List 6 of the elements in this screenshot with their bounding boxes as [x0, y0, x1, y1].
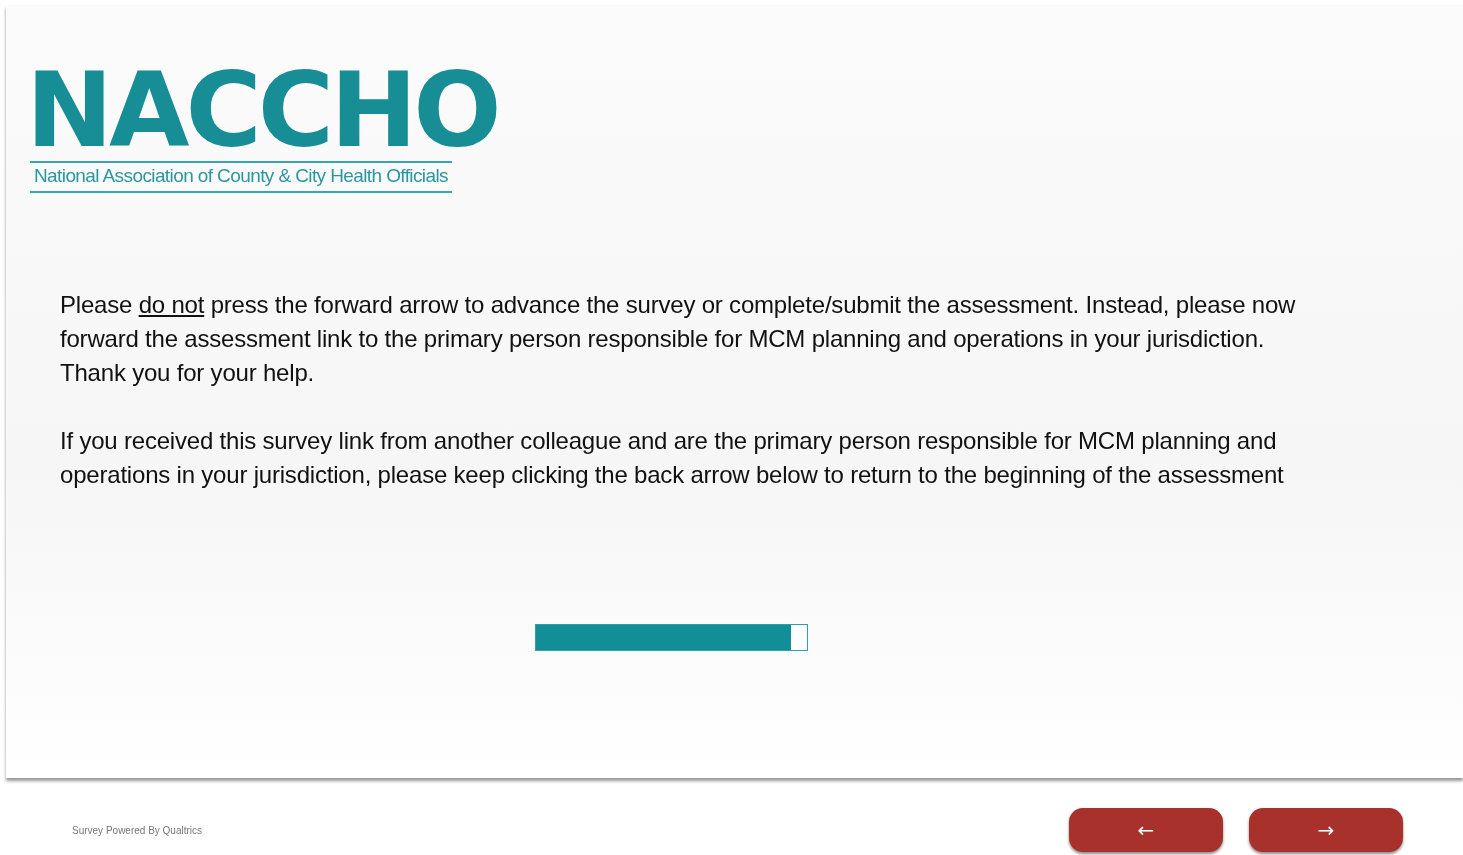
back-button[interactable]: ←: [1069, 808, 1223, 852]
next-button[interactable]: →: [1249, 808, 1403, 852]
naccho-logo: NACCHO National Association of County & City Health Officials: [30, 55, 536, 193]
instruction-paragraph: If you received this survey link from another colleague and are the primary person responsible for MCM planning and operations in your jurisdiction, please keep clicking the back arrow below to return to the beginning of the assessment: [60, 426, 1285, 490]
powered-by-text: Survey Powered By Qualtrics: [72, 824, 204, 836]
instruction-paragraph: Please do not press the forward arrow to advance the survey or complete/submit the assessment. Instead, please now forward the assessment link to the primary person responsible for MCM planning and operations in your jurisdiction. Thank you for your help.: [60, 290, 1297, 388]
